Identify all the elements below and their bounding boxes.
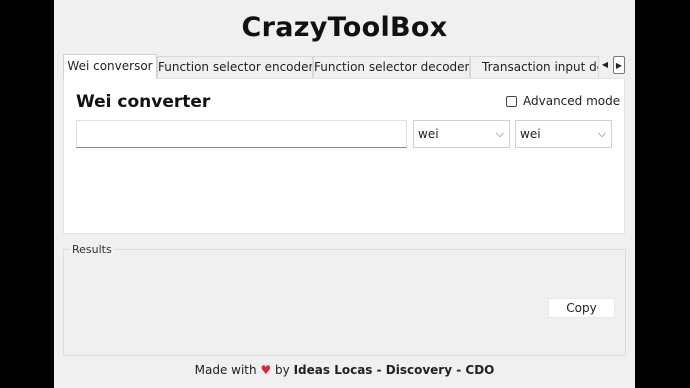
tab-function-selector-decoder[interactable]: Function selector decoder xyxy=(313,56,470,78)
app-window: CrazyToolBox Wei conversor Function sele… xyxy=(54,0,635,388)
panel-title: Wei converter xyxy=(76,92,211,112)
advanced-mode-checkbox[interactable]: Advanced mode xyxy=(506,94,620,108)
amount-input[interactable] xyxy=(76,120,407,148)
copy-button[interactable]: Copy xyxy=(548,298,615,318)
footer-by: by xyxy=(275,363,290,377)
footer-brand: Ideas Locas - Discovery - CDO xyxy=(293,363,495,377)
tab-scroll-left-icon[interactable]: ◀ xyxy=(599,56,611,74)
to-unit-value: wei xyxy=(520,127,541,141)
advanced-mode-label: Advanced mode xyxy=(523,94,621,108)
to-unit-select[interactable]: wei ⌵ xyxy=(515,120,612,148)
from-unit-select[interactable]: wei ⌵ xyxy=(413,120,510,148)
tab-scroll-right-icon[interactable]: ▶ xyxy=(613,56,625,74)
wei-converter-panel: Wei converter Advanced mode wei ⌵ wei ⌵ xyxy=(63,78,625,234)
tab-bar: Wei conversor Function selector encoder … xyxy=(63,54,625,79)
from-unit-value: wei xyxy=(418,127,439,141)
tab-wei-conversor[interactable]: Wei conversor xyxy=(63,54,157,79)
chevron-down-icon: ⌵ xyxy=(495,127,504,140)
results-label: Results xyxy=(70,243,114,256)
tab-transaction-input-decoder[interactable]: Transaction input deco xyxy=(470,56,599,78)
tab-function-selector-encoder[interactable]: Function selector encoder xyxy=(157,56,313,78)
app-title: CrazyToolBox xyxy=(241,12,448,43)
chevron-down-icon: ⌵ xyxy=(597,127,606,140)
results-group: Results Copy xyxy=(63,243,626,356)
heart-icon: ♥ xyxy=(260,363,272,377)
footer: Made with ♥ by Ideas Locas - Discovery -… xyxy=(54,363,635,377)
checkbox-box[interactable] xyxy=(506,95,517,107)
footer-made-with: Made with xyxy=(194,363,257,377)
